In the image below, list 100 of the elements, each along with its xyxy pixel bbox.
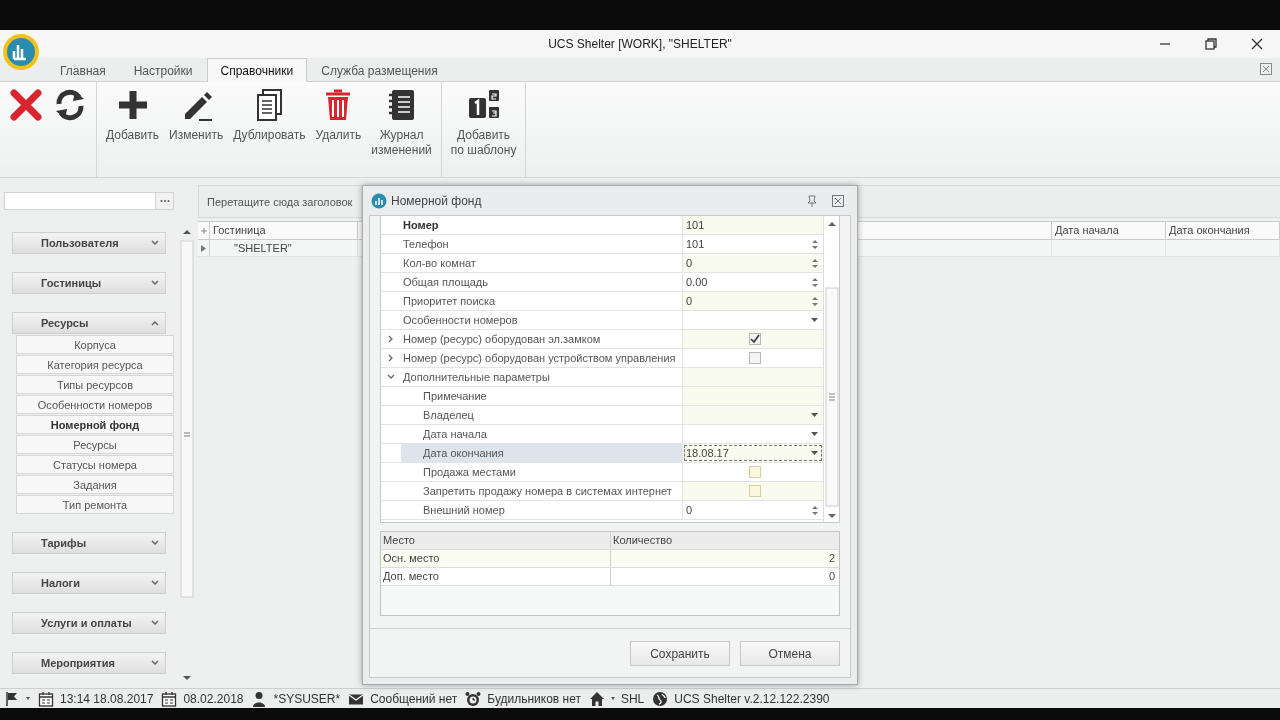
status-text: 13:14 18.08.2017 xyxy=(60,691,154,706)
property-row[interactable]: Номер 101 xyxy=(381,216,823,235)
sidebar-item[interactable]: Задания xyxy=(16,475,174,494)
sidebar-group-header[interactable]: Мероприятия xyxy=(12,652,166,674)
sidebar-item[interactable]: Особенности номеров xyxy=(16,395,174,414)
sidebar-group-header[interactable]: Тарифы xyxy=(12,532,166,554)
row-indicator-icon xyxy=(201,244,206,252)
table-cell: "SHELTER" xyxy=(210,240,358,256)
property-row[interactable]: Продажа местами xyxy=(381,463,823,482)
status-text: 08.02.2018 xyxy=(183,691,244,706)
maximize-icon xyxy=(832,194,844,207)
value-cell[interactable] xyxy=(683,482,823,500)
toolbar-button[interactable]: Добавить xyxy=(103,88,163,177)
dropdown-arrow-icon xyxy=(811,432,818,436)
expand-caret-icon xyxy=(151,620,159,626)
property-row[interactable]: Особенности номеров xyxy=(381,311,823,330)
sidebar-group-header[interactable]: Услуги и оплаты xyxy=(12,612,166,634)
property-value[interactable]: 0 xyxy=(683,257,807,269)
sidebar-item[interactable]: Категория ресурса xyxy=(16,355,174,374)
flag-icon xyxy=(4,690,20,707)
property-label: Примечание xyxy=(401,387,683,405)
checkbox[interactable] xyxy=(749,352,761,364)
home-icon xyxy=(588,690,605,707)
property-value[interactable]: 0 xyxy=(683,295,807,307)
search-field[interactable] xyxy=(4,192,174,210)
status-text: Сообщений нет xyxy=(370,691,458,706)
dialog-title: Номерной фонд xyxy=(391,193,483,208)
sidebar-item[interactable]: Ресурсы xyxy=(16,435,174,454)
column-header[interactable]: Дата окончания xyxy=(1166,222,1280,239)
value-cell[interactable] xyxy=(683,406,823,424)
ribbon-tab[interactable]: Настройки xyxy=(119,59,207,81)
value-cell[interactable]: 0 xyxy=(683,292,823,310)
value-cell[interactable] xyxy=(683,330,823,348)
toolbar-button[interactable]: Удалить xyxy=(312,88,365,177)
property-row[interactable]: Номер (ресурс) оборудован эл.замком xyxy=(381,330,823,349)
app-logo-icon xyxy=(371,192,387,209)
property-row[interactable]: Телефон 101 xyxy=(381,235,823,254)
sidebar-item[interactable]: Номерной фонд xyxy=(16,415,174,434)
calendar-icon xyxy=(161,690,178,707)
toolbar-button[interactable]: Журнал изменений xyxy=(368,88,435,177)
status-text: Будильников нет xyxy=(487,691,581,706)
cancel-button[interactable]: Отмена xyxy=(740,641,840,666)
browse-button[interactable] xyxy=(155,193,173,209)
ribbon-tab[interactable]: Справочники xyxy=(206,58,308,82)
user-icon xyxy=(251,690,268,707)
property-row[interactable]: Примечание xyxy=(381,387,823,406)
sidebar-group-header[interactable]: Ресурсы xyxy=(12,312,166,334)
group-panel-hint: Перетащите сюда заголовок xyxy=(207,195,353,208)
restore-icon xyxy=(1204,37,1218,51)
property-row[interactable]: Владелец xyxy=(381,406,823,425)
property-value[interactable]: 18.08.17 xyxy=(683,447,807,459)
checkbox[interactable] xyxy=(749,333,761,345)
property-row[interactable]: Дата окончания 18.08.17 xyxy=(381,444,823,463)
property-row[interactable]: Дополнительные параметры xyxy=(381,368,823,387)
column-header[interactable]: Дата начала xyxy=(1052,222,1166,239)
ribbon-tab[interactable]: Главная xyxy=(46,59,120,81)
sidebar-item[interactable]: Типы ресурсов xyxy=(16,375,174,394)
status-text: SHL xyxy=(620,691,645,706)
dropdown-arrow-icon xyxy=(811,413,818,417)
expand-caret-icon xyxy=(151,580,159,586)
toolbar-button[interactable]: Дублировать xyxy=(230,88,309,177)
column-header[interactable]: Место xyxy=(381,532,611,549)
property-row[interactable]: Приоритет поиска 0 xyxy=(381,292,823,311)
status-text: *SYSUSER* xyxy=(273,691,341,706)
plus-icon xyxy=(200,227,207,234)
property-label: Дата окончания xyxy=(401,444,683,462)
column-header[interactable]: Гостиница xyxy=(210,222,358,239)
property-row[interactable]: Общая площадь 0.00 xyxy=(381,273,823,292)
collapse-ribbon-icon xyxy=(1260,63,1272,75)
save-button[interactable]: Сохранить xyxy=(630,641,730,666)
expand-caret-icon xyxy=(151,240,159,246)
ellipsis-icon xyxy=(159,199,170,203)
toolbar-button[interactable]: Изменить xyxy=(166,88,227,177)
sidebar-group-header[interactable]: Пользователя xyxy=(12,232,166,254)
value-cell[interactable]: 18.08.17 xyxy=(683,444,823,462)
globe-icon xyxy=(652,690,669,707)
property-row[interactable]: Внешний номер 0 xyxy=(381,501,823,520)
value-cell[interactable]: 0 xyxy=(683,254,823,272)
expand-caret-icon xyxy=(151,660,159,666)
property-row[interactable]: Кол-во комнат 0 xyxy=(381,254,823,273)
property-row[interactable]: Запретить продажу номера в системах интернет xyxy=(381,482,823,501)
property-label: Дополнительные параметры xyxy=(401,368,683,386)
window-title: UCS Shelter [WORK], "SHELTER" xyxy=(548,37,732,51)
column-header[interactable]: Количество xyxy=(611,532,839,549)
expand-caret-icon xyxy=(151,280,159,286)
calendar-icon xyxy=(38,690,54,707)
ribbon-tab[interactable]: Служба размещения xyxy=(307,59,452,81)
sidebar-group-header[interactable]: Налоги xyxy=(12,572,166,594)
table-cell: Осн. место xyxy=(381,550,611,567)
close-icon xyxy=(9,88,43,122)
dropdown-arrow-icon xyxy=(811,318,818,322)
expand-caret-icon xyxy=(151,540,159,546)
property-value[interactable]: 0.00 xyxy=(683,276,807,288)
sidebar-item[interactable]: Корпуса xyxy=(16,335,174,354)
property-value[interactable]: 101 xyxy=(683,238,807,250)
toolbar-button[interactable]: Добавить по шаблону xyxy=(447,88,520,177)
sidebar-group-header[interactable]: Гостиницы xyxy=(12,272,166,294)
sidebar-item[interactable]: Тип ремонта xyxy=(16,495,174,514)
property-value[interactable]: 0 xyxy=(683,504,807,516)
sidebar-item[interactable]: Статусы номера xyxy=(16,455,174,474)
